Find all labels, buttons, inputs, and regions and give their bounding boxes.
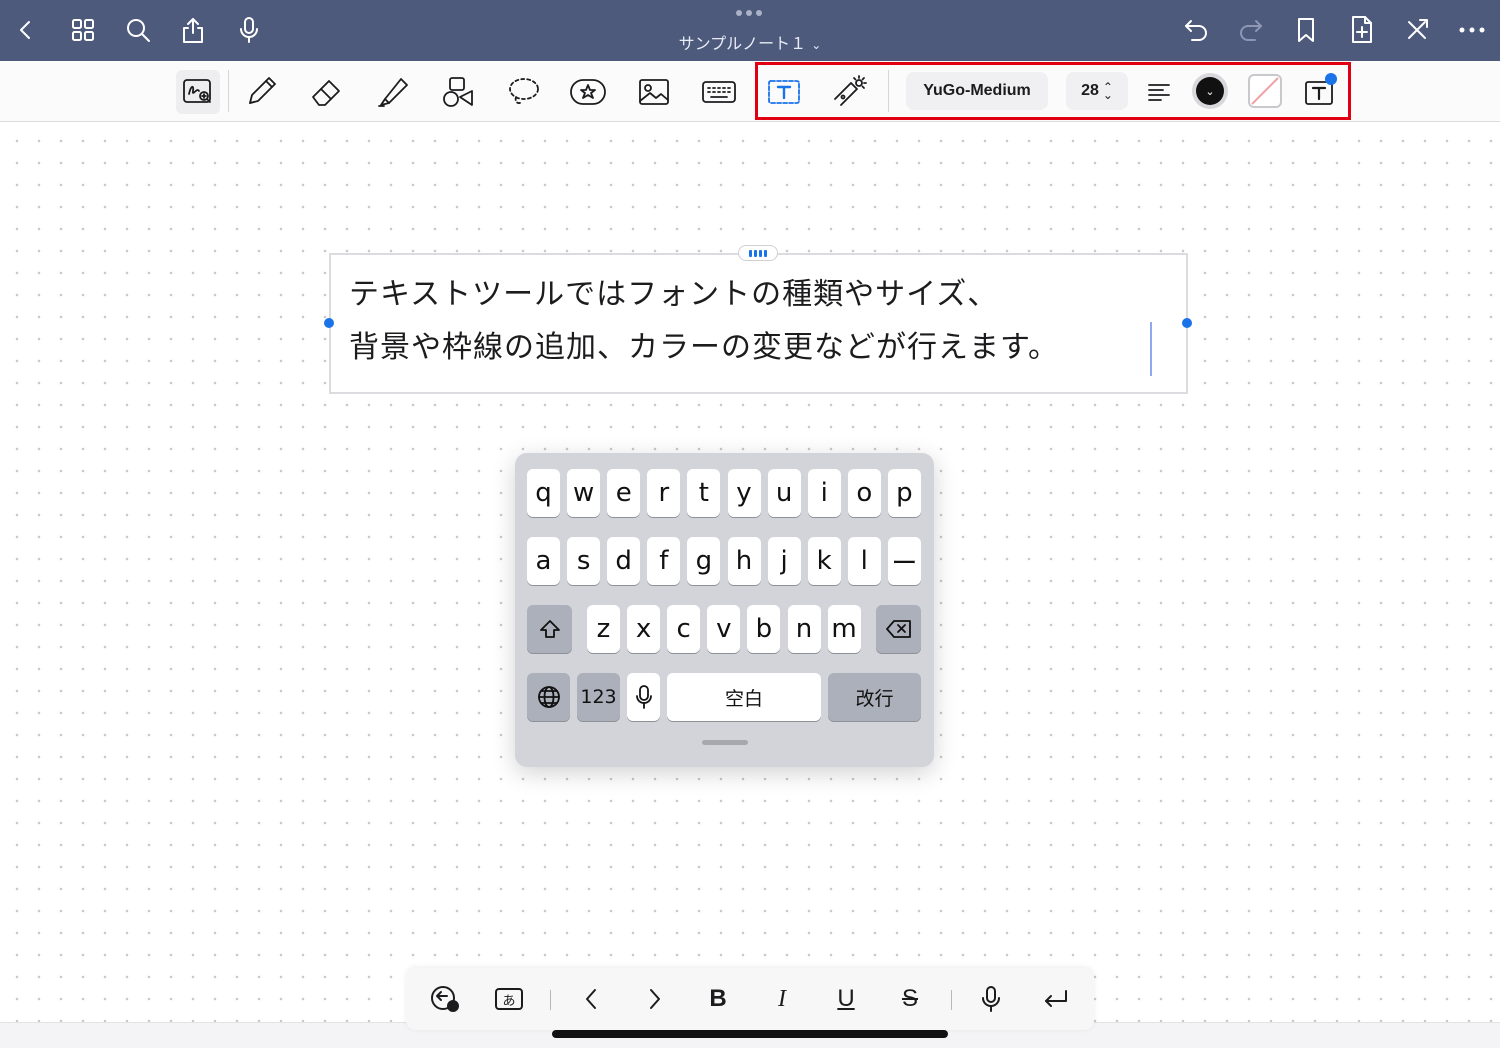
- key-g[interactable]: g: [687, 537, 721, 585]
- keyboard-icon[interactable]: [698, 71, 740, 113]
- key-d[interactable]: d: [607, 537, 641, 585]
- close-x-icon[interactable]: [1401, 14, 1433, 46]
- key-j[interactable]: j: [767, 537, 801, 585]
- text-box[interactable]: テキストツールではフォントの種類やサイズ、 背景や枠線の追加、カラーの変更などが…: [329, 253, 1188, 394]
- window-grip[interactable]: [736, 10, 762, 16]
- key-c[interactable]: c: [667, 605, 701, 653]
- redo-icon[interactable]: [1235, 14, 1267, 46]
- more-icon[interactable]: [1456, 14, 1488, 46]
- bookmark-icon[interactable]: [1290, 14, 1322, 46]
- key-w[interactable]: w: [567, 469, 601, 517]
- home-indicator: [552, 1030, 948, 1038]
- resize-handle-right[interactable]: [1182, 318, 1192, 328]
- key-n[interactable]: n: [787, 605, 821, 653]
- globe-key[interactable]: [527, 673, 570, 721]
- image-icon[interactable]: [633, 71, 675, 113]
- key-l[interactable]: l: [847, 537, 881, 585]
- sticker-icon[interactable]: [567, 71, 609, 113]
- text-box-move-handle[interactable]: [738, 245, 778, 261]
- document-title-text: サンプルノート１: [678, 34, 807, 53]
- space-key[interactable]: 空白: [667, 673, 821, 721]
- shapes-icon[interactable]: [437, 71, 479, 113]
- undo-icon[interactable]: [1180, 14, 1212, 46]
- grid-icon[interactable]: [67, 14, 99, 46]
- back-icon[interactable]: [10, 14, 42, 46]
- bold-button[interactable]: B: [701, 982, 735, 1016]
- key-o[interactable]: o: [847, 469, 881, 517]
- key-m[interactable]: m: [827, 605, 861, 653]
- kana-label: あ: [495, 988, 523, 1010]
- text-cursor: [1150, 322, 1152, 376]
- chevron-down-icon: ⌄: [811, 38, 822, 52]
- dictation-key[interactable]: [627, 673, 660, 721]
- globe-icon: [537, 686, 560, 708]
- key-ー[interactable]: ー: [887, 537, 921, 585]
- add-page-icon[interactable]: [1346, 14, 1378, 46]
- text-line-1: テキストツールではフォントの種類やサイズ、: [349, 277, 999, 312]
- cursor-left-icon[interactable]: [574, 982, 608, 1016]
- pen-icon[interactable]: [240, 71, 282, 113]
- key-y[interactable]: y: [727, 469, 761, 517]
- shift-key[interactable]: [527, 605, 572, 653]
- strikethrough-button[interactable]: S: [893, 982, 927, 1016]
- key-z[interactable]: z: [587, 605, 620, 653]
- floating-keyboard: qwertyuiop asdfghjklー zxcvbnm 123 空白 改行: [515, 453, 934, 767]
- key-v[interactable]: v: [707, 605, 741, 653]
- text-line-2: 背景や枠線の追加、カラーの変更などが行えます。: [349, 330, 1059, 365]
- eraser-icon[interactable]: [306, 71, 348, 113]
- key-i[interactable]: i: [807, 469, 841, 517]
- key-x[interactable]: x: [627, 605, 661, 653]
- key-b[interactable]: b: [747, 605, 781, 653]
- return-icon[interactable]: [1038, 982, 1072, 1016]
- underline-button[interactable]: U: [829, 982, 863, 1016]
- share-icon[interactable]: [177, 14, 209, 46]
- handwriting-add-icon[interactable]: [176, 70, 220, 114]
- document-title[interactable]: サンプルノート１ ⌄: [600, 30, 900, 54]
- resize-handle-left[interactable]: [324, 318, 334, 328]
- key-e[interactable]: e: [607, 469, 641, 517]
- top-navigation-bar: サンプルノート１ ⌄: [0, 0, 1500, 61]
- microphone-icon: [635, 685, 652, 709]
- key-t[interactable]: t: [687, 469, 721, 517]
- annotation-highlight-box: [755, 62, 1351, 120]
- numbers-key[interactable]: 123: [577, 673, 620, 721]
- emoji-toggle-icon[interactable]: [428, 982, 462, 1016]
- microphone-icon[interactable]: [233, 14, 265, 46]
- delete-key[interactable]: [876, 605, 921, 653]
- return-key[interactable]: 改行: [828, 673, 921, 721]
- key-q[interactable]: q: [527, 469, 560, 517]
- microphone-icon[interactable]: [974, 982, 1008, 1016]
- key-p[interactable]: p: [887, 469, 921, 517]
- key-s[interactable]: s: [567, 537, 601, 585]
- italic-button[interactable]: I: [765, 982, 799, 1016]
- cursor-right-icon[interactable]: [638, 982, 672, 1016]
- key-f[interactable]: f: [647, 537, 681, 585]
- key-u[interactable]: u: [767, 469, 801, 517]
- key-h[interactable]: h: [727, 537, 761, 585]
- keyboard-drag-handle[interactable]: [702, 740, 748, 745]
- highlighter-icon[interactable]: [372, 71, 414, 113]
- search-icon[interactable]: [122, 14, 154, 46]
- lasso-icon[interactable]: [503, 71, 545, 113]
- key-a[interactable]: a: [527, 537, 560, 585]
- key-r[interactable]: r: [647, 469, 681, 517]
- text-format-bar: あ B I U S: [406, 968, 1094, 1030]
- key-k[interactable]: k: [807, 537, 841, 585]
- kana-input-key[interactable]: あ: [492, 982, 526, 1016]
